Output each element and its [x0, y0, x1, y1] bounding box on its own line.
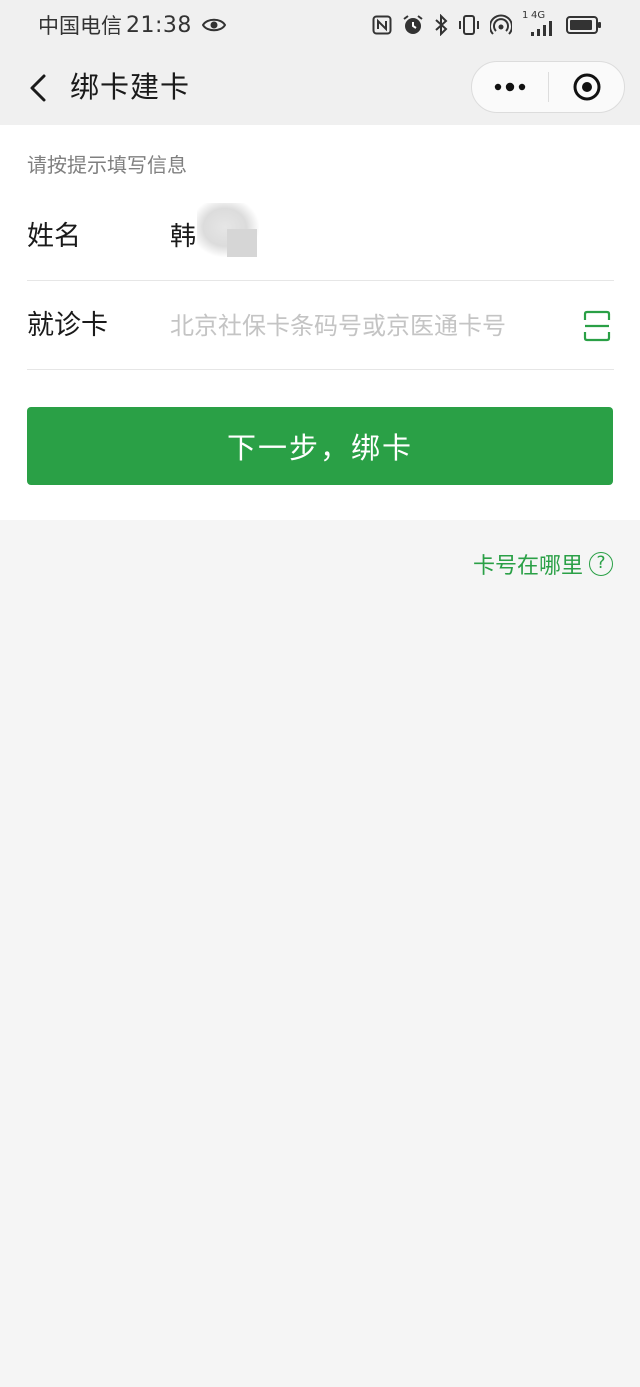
mini-program-capsule — [471, 61, 625, 113]
name-value[interactable]: 韩 — [170, 193, 196, 281]
carrier-name: 中国电信 — [38, 14, 122, 38]
signal-sim-label: 1 — [522, 10, 529, 21]
close-button[interactable] — [549, 62, 624, 112]
form-hint: 请按提示填写信息 — [27, 153, 187, 177]
bluetooth-icon — [435, 14, 448, 36]
where-card-number-link[interactable]: 卡号在哪里 ? — [473, 548, 613, 580]
page: 中国电信 21:38 1 4G 绑卡建卡 请按提示填写信息 姓名 韩 就诊卡 北… — [0, 0, 640, 1387]
card-number-input[interactable] — [170, 282, 570, 370]
scan-icon[interactable] — [583, 310, 611, 342]
eye-icon — [201, 18, 226, 32]
alarm-icon — [403, 15, 423, 34]
more-dots-icon — [494, 82, 526, 92]
status-bar: 中国电信 21:38 1 4G — [0, 0, 640, 50]
nav-bar: 绑卡建卡 — [0, 50, 640, 125]
battery-icon — [566, 16, 601, 34]
name-privacy-blur — [197, 203, 259, 257]
where-card-number-label: 卡号在哪里 — [472, 554, 583, 579]
hotspot-icon — [490, 14, 512, 35]
card-label: 就诊卡 — [27, 310, 108, 341]
target-close-icon — [573, 73, 600, 101]
back-button[interactable] — [18, 68, 58, 108]
help-icon: ? — [589, 552, 613, 576]
name-row: 姓名 韩 — [27, 193, 614, 281]
page-title: 绑卡建卡 — [70, 70, 191, 104]
chevron-left-icon — [30, 74, 46, 102]
status-time: 21:38 — [126, 12, 192, 38]
more-button[interactable] — [472, 62, 548, 112]
form-card: 请按提示填写信息 姓名 韩 就诊卡 下一步，绑卡 — [0, 125, 640, 520]
next-bind-button[interactable]: 下一步，绑卡 — [27, 407, 613, 485]
vibrate-icon — [459, 15, 479, 35]
card-row: 就诊卡 — [27, 282, 614, 370]
signal-icon: 1 4G — [522, 10, 556, 36]
nfc-icon — [372, 15, 392, 35]
status-right: 1 4G — [372, 10, 602, 36]
name-label: 姓名 — [27, 221, 81, 252]
status-left: 中国电信 21:38 — [38, 10, 226, 40]
